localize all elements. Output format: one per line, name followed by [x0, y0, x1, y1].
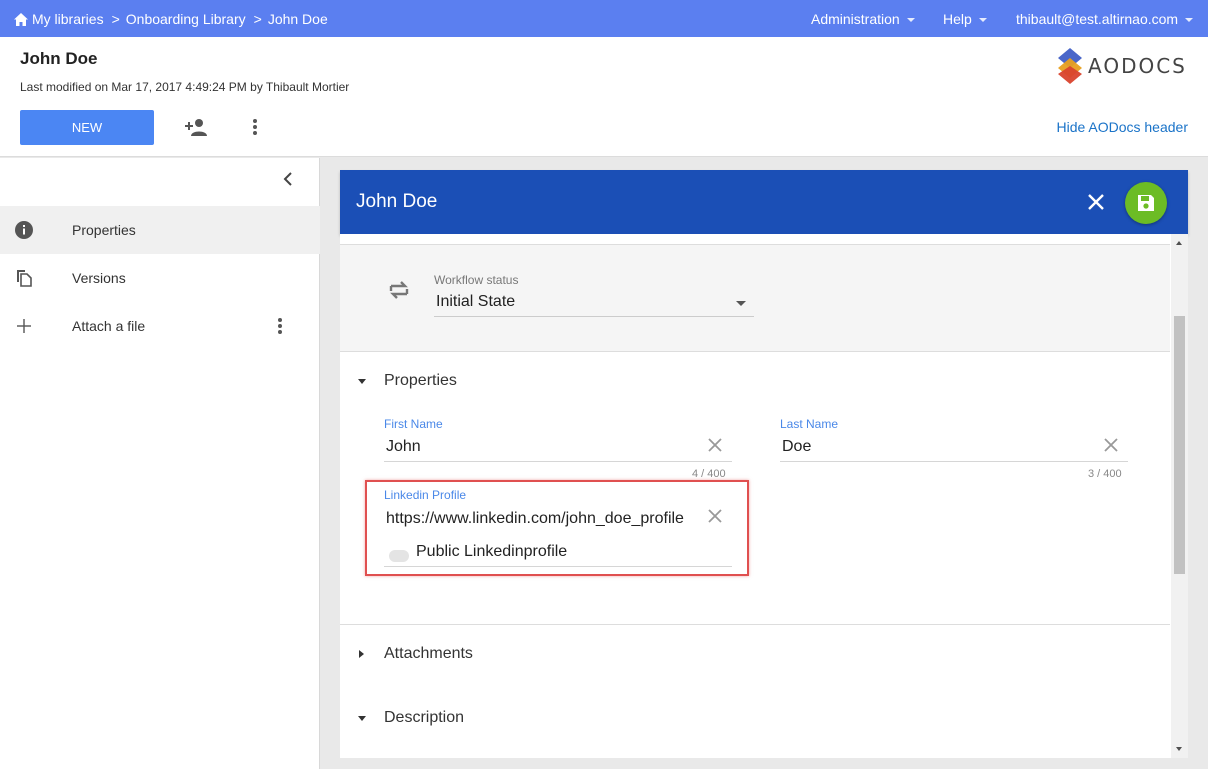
close-icon — [1088, 194, 1104, 210]
clear-first-name-button[interactable] — [706, 436, 724, 459]
copy-icon — [14, 268, 34, 288]
user-email: thibault@test.altirnao.com — [1016, 11, 1179, 27]
workflow-section: Workflow status Initial State — [340, 244, 1170, 352]
administration-menu[interactable]: Administration — [811, 11, 915, 27]
workflow-status-value: Initial State — [436, 293, 516, 310]
new-button[interactable]: NEW — [20, 110, 154, 145]
breadcrumb-separator: > — [111, 11, 120, 27]
last-name-label: Last Name — [780, 417, 839, 431]
sidebar-item-label: Properties — [72, 222, 136, 238]
last-name-input[interactable]: Doe — [780, 434, 1128, 462]
public-linkedin-label: Public Linkedinprofile — [416, 543, 568, 560]
section-title: Properties — [384, 372, 457, 389]
close-icon — [1104, 438, 1118, 452]
workflow-status-select[interactable]: Initial State — [434, 293, 754, 317]
plus-icon — [14, 316, 34, 336]
linkedin-profile-label: Linkedin Profile — [384, 488, 467, 502]
scroll-down-arrow-icon[interactable] — [1176, 747, 1182, 751]
help-label: Help — [943, 11, 972, 27]
close-button[interactable] — [1086, 192, 1106, 217]
workflow-status-label: Workflow status — [434, 273, 519, 287]
page-title: John Doe — [20, 49, 98, 68]
breadcrumb-current-document: John Doe — [267, 11, 328, 27]
linkedin-underline — [384, 566, 732, 567]
section-divider — [340, 624, 1170, 625]
chevron-left-icon — [283, 172, 292, 186]
aodocs-logo: AODOCS — [1056, 46, 1187, 86]
workflow-icon — [386, 277, 412, 308]
administration-label: Administration — [811, 11, 900, 27]
close-icon — [708, 509, 722, 523]
first-name-input[interactable]: John — [384, 434, 732, 462]
properties-section-toggle[interactable]: Properties — [340, 363, 1170, 403]
close-icon — [708, 438, 722, 452]
linkedin-profile-input[interactable]: https://www.linkedin.com/john_doe_profil… — [384, 506, 694, 534]
first-name-char-count: 4 / 400 — [692, 468, 726, 480]
breadcrumb-onboarding-library[interactable]: Onboarding Library — [126, 11, 246, 27]
description-section-toggle[interactable]: Description — [340, 700, 1170, 740]
save-button[interactable] — [1125, 182, 1167, 224]
help-menu[interactable]: Help — [943, 11, 987, 27]
info-icon — [14, 220, 34, 240]
sidebar-item-properties[interactable]: Properties — [0, 206, 320, 254]
public-linkedin-toggle[interactable] — [389, 550, 409, 562]
section-title: Description — [384, 709, 465, 726]
clear-linkedin-button[interactable] — [706, 507, 724, 530]
caret-right-icon — [359, 650, 364, 658]
share-button[interactable] — [183, 115, 209, 139]
attachments-section-toggle[interactable]: Attachments — [340, 636, 1170, 676]
save-icon — [1138, 195, 1154, 211]
more-actions-button[interactable] — [244, 115, 266, 139]
card-title: John Doe — [356, 191, 438, 212]
add-person-icon — [185, 119, 207, 136]
breadcrumb-my-libraries[interactable]: My libraries — [32, 11, 104, 27]
sidebar-item-label: Versions — [72, 270, 126, 286]
sidebar-item-versions[interactable]: Versions — [0, 254, 320, 302]
caret-down-icon — [358, 716, 366, 721]
sidebar: Properties Versions Attach a file — [0, 158, 320, 769]
hide-header-link[interactable]: Hide AODocs header — [1056, 119, 1188, 135]
home-icon[interactable] — [14, 12, 28, 26]
top-bar: My libraries > Onboarding Library > John… — [0, 0, 1208, 37]
chevron-down-icon — [906, 18, 915, 22]
scroll-up-arrow-icon[interactable] — [1176, 241, 1182, 245]
scrollbar-thumb[interactable] — [1174, 316, 1185, 574]
more-vert-icon — [253, 119, 257, 135]
sidebar-item-label: Attach a file — [72, 318, 146, 334]
document-card-header: John Doe — [340, 170, 1188, 234]
card-scrollbar[interactable] — [1171, 234, 1188, 758]
chevron-down-icon — [1185, 18, 1194, 22]
last-name-char-count: 3 / 400 — [1088, 468, 1122, 480]
logo-text: AODOCS — [1088, 54, 1187, 78]
document-header: John Doe Last modified on Mar 17, 2017 4… — [0, 37, 1208, 157]
dropdown-caret-icon — [736, 301, 746, 306]
sidebar-item-attach-file[interactable]: Attach a file — [0, 302, 320, 350]
clear-last-name-button[interactable] — [1102, 436, 1120, 459]
document-card-body: Workflow status Initial State Properties… — [340, 234, 1188, 758]
breadcrumb: My libraries > Onboarding Library > John… — [14, 11, 328, 27]
aodocs-logo-icon — [1058, 48, 1082, 84]
user-menu[interactable]: thibault@test.altirnao.com — [1016, 11, 1194, 27]
section-title: Attachments — [384, 645, 473, 662]
more-vert-icon[interactable] — [270, 316, 290, 339]
caret-down-icon — [358, 379, 366, 384]
breadcrumb-separator: > — [253, 11, 262, 27]
collapse-sidebar-button[interactable] — [282, 171, 294, 192]
last-modified-text: Last modified on Mar 17, 2017 4:49:24 PM… — [20, 80, 350, 94]
first-name-label: First Name — [384, 417, 443, 431]
chevron-down-icon — [978, 18, 987, 22]
